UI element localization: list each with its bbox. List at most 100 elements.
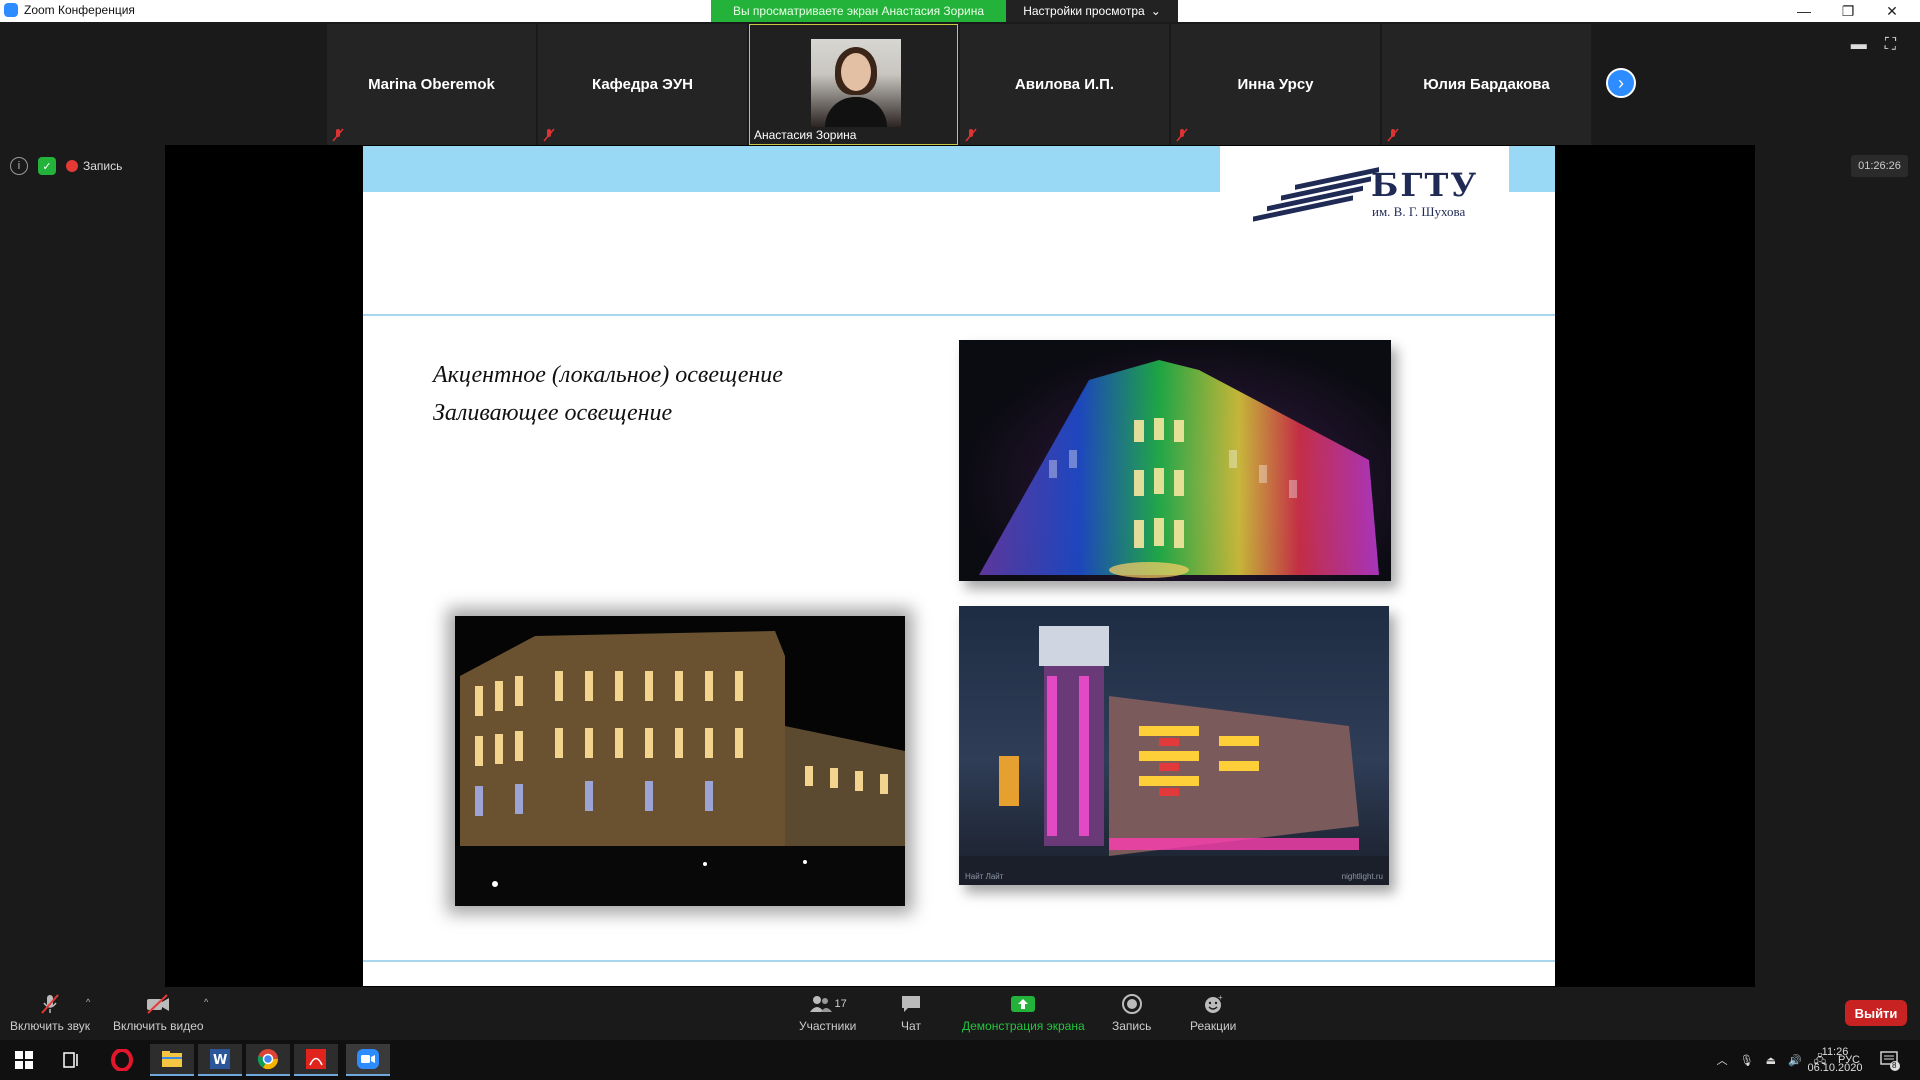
- chevron-down-icon: ⌄: [1150, 4, 1161, 18]
- share-screen-button[interactable]: Демонстрация экрана: [962, 993, 1085, 1033]
- acrobat-icon[interactable]: [294, 1044, 338, 1076]
- chrome-icon[interactable]: [246, 1044, 290, 1076]
- sharing-banner: Вы просматриваете экран Анастасия Зорина: [711, 0, 1006, 22]
- participant-name: Авилова И.П.: [1014, 76, 1115, 93]
- participant-name: Кафедра ЭУН: [592, 76, 693, 93]
- window-title: Zoom Конференция: [24, 3, 135, 17]
- title-bar: Zoom Конференция Вы просматриваете экран…: [0, 0, 1920, 22]
- participants-button[interactable]: 17 Участники: [799, 993, 856, 1033]
- chat-button[interactable]: Чат: [900, 993, 922, 1033]
- slide-header-band-right: [1509, 146, 1555, 192]
- participant-video: [811, 39, 901, 127]
- participants-label: Участники: [799, 1019, 857, 1033]
- image-caption: nightlight.ru: [1341, 872, 1383, 881]
- share-screen-icon: [1010, 993, 1036, 1015]
- slide-photo-rgb-building: [959, 340, 1391, 581]
- meeting-timer: 01:26:26: [1851, 155, 1908, 177]
- camera-off-icon: [145, 993, 171, 1015]
- zoom-app-icon[interactable]: [346, 1044, 390, 1076]
- participant-tile[interactable]: Marina Oberemok: [327, 24, 536, 145]
- gallery-strip: Marina Oberemok Кафедра ЭУН Анастасия Зо…: [327, 24, 1591, 145]
- participant-name: Анастасия Зорина: [754, 128, 857, 142]
- clock-time: 11:26: [1821, 1046, 1849, 1058]
- unmute-label: Включить звук: [10, 1019, 91, 1033]
- meeting-toolbar: Включить звук ^ Включить видео ^ 17 Учас…: [0, 987, 1920, 1040]
- svg-text:+: +: [1218, 993, 1223, 1002]
- minimize-button[interactable]: —: [1782, 0, 1826, 22]
- meeting-info-bar: i ✓ Запись: [10, 157, 122, 175]
- word-icon[interactable]: W: [198, 1044, 242, 1076]
- notifications-count: 8: [1892, 1061, 1897, 1070]
- volume-icon[interactable]: 🔊: [1788, 1054, 1802, 1067]
- unmute-button[interactable]: Включить звук: [10, 993, 90, 1033]
- view-settings-label: Настройки просмотра: [1023, 4, 1145, 18]
- audio-options-chevron-icon[interactable]: ^: [86, 997, 90, 1007]
- mic-muted-icon: [965, 128, 977, 142]
- slide-header-band: [363, 146, 1220, 192]
- participant-tile[interactable]: Кафедра ЭУН: [538, 24, 747, 145]
- participant-name: Инна Урсу: [1237, 76, 1314, 93]
- zoom-logo-icon: [4, 3, 18, 17]
- slide-divider: [363, 314, 1555, 316]
- logo-subtitle: им. В. Г. Шухова: [1372, 204, 1466, 219]
- participant-tile[interactable]: Инна Урсу: [1171, 24, 1380, 145]
- windows-start-icon[interactable]: [2, 1044, 46, 1076]
- participants-icon: 17: [809, 993, 847, 1015]
- record-icon: [1121, 993, 1143, 1015]
- mic-muted-icon: [332, 128, 344, 142]
- mic-muted-icon: [1176, 128, 1188, 142]
- participant-tile[interactable]: Авилова И.П.: [960, 24, 1169, 145]
- view-settings-button[interactable]: Настройки просмотра ⌄: [1006, 0, 1178, 22]
- taskbar-clock[interactable]: 11:26 06.10.2020: [1805, 1044, 1865, 1076]
- recording-label: Запись: [83, 159, 123, 173]
- task-view-icon[interactable]: [50, 1044, 94, 1076]
- start-video-button[interactable]: Включить видео: [113, 993, 204, 1033]
- chevron-up-icon[interactable]: ︿: [1717, 1052, 1728, 1068]
- shield-icon[interactable]: ✓: [38, 157, 56, 175]
- opera-browser-icon[interactable]: [100, 1044, 144, 1076]
- usb-icon[interactable]: ⏏: [1766, 1054, 1776, 1067]
- recording-indicator[interactable]: Запись: [66, 159, 122, 173]
- slide-photo-modern-building: Найт Лайт nightlight.ru: [959, 606, 1389, 885]
- participant-tile-active-speaker[interactable]: Анастасия Зорина: [749, 24, 958, 145]
- participant-tile[interactable]: Юлия Бардакова: [1382, 24, 1591, 145]
- clock-date: 06.10.2020: [1807, 1062, 1863, 1074]
- fullscreen-icon[interactable]: ⛶: [1885, 36, 1896, 54]
- restore-button[interactable]: ❐: [1826, 0, 1870, 22]
- start-video-label: Включить видео: [113, 1019, 204, 1033]
- share-screen-label: Демонстрация экрана: [962, 1019, 1085, 1033]
- participant-name: Юлия Бардакова: [1423, 76, 1550, 93]
- chevron-right-icon: ›: [1618, 72, 1624, 93]
- slide-text-line: Заливающее освещение: [433, 400, 673, 426]
- participant-name: Marina Oberemok: [368, 76, 495, 93]
- participants-count: 17: [834, 998, 847, 1010]
- smiley-icon: +: [1202, 993, 1224, 1015]
- mic-muted-icon: [1387, 128, 1399, 142]
- slide-divider: [363, 960, 1555, 962]
- notifications-icon[interactable]: 8: [1878, 1049, 1900, 1071]
- os-taskbar: W ︿ 🎙 ⏏ 🔊 🖧 РУС 11:26 06.10.2020 8: [0, 1040, 1920, 1080]
- record-label: Запись: [1112, 1019, 1152, 1033]
- reactions-button[interactable]: + Реакции: [1190, 993, 1236, 1033]
- record-dot-icon: [66, 160, 78, 172]
- view-controls: ▬ ⛶: [1851, 36, 1896, 54]
- info-icon[interactable]: i: [10, 157, 28, 175]
- mic-muted-icon: [543, 128, 555, 142]
- slide-photo-classic-building: [455, 616, 905, 906]
- video-options-chevron-icon[interactable]: ^: [204, 997, 208, 1007]
- microphone-icon[interactable]: 🎙: [1740, 1054, 1754, 1067]
- reactions-label: Реакции: [1190, 1019, 1237, 1033]
- university-logo: БГТУ им. В. Г. Шухова: [1253, 162, 1483, 222]
- slide-text-line: Акцентное (локальное) освещение: [433, 362, 783, 388]
- file-explorer-icon[interactable]: [150, 1044, 194, 1076]
- next-page-button[interactable]: ›: [1606, 68, 1636, 98]
- mic-off-icon: [39, 993, 61, 1015]
- presentation-slide: БГТУ им. В. Г. Шухова Акцентное (локальн…: [363, 146, 1555, 986]
- record-button[interactable]: Запись: [1112, 993, 1151, 1033]
- leave-button[interactable]: Выйти: [1845, 1000, 1907, 1026]
- logo-wordmark: БГТУ: [1371, 166, 1479, 204]
- close-button[interactable]: ✕: [1870, 0, 1914, 22]
- chat-icon: [900, 993, 922, 1015]
- chat-label: Чат: [901, 1019, 921, 1033]
- layout-icon[interactable]: ▬: [1851, 36, 1867, 54]
